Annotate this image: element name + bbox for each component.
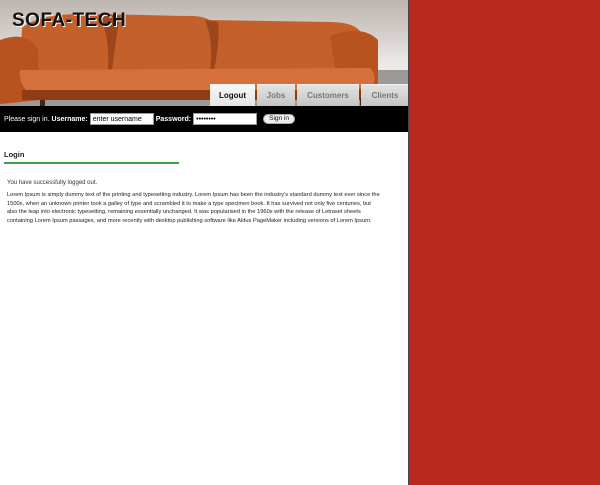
nav-tab-clients[interactable]: Clients xyxy=(361,84,408,106)
site-logo: SOFA-TECH xyxy=(12,10,127,31)
signin-button[interactable]: Sign in xyxy=(263,114,295,124)
content-area: Login You have successfully logged out. … xyxy=(4,150,382,225)
nav-tab-logout[interactable]: Logout xyxy=(210,84,255,106)
side-panel xyxy=(409,0,600,485)
header-banner: SOFA-TECH Logout Jobs Customers Clients xyxy=(0,0,408,106)
body-paragraph: Lorem Ipsum is simply dummy text of the … xyxy=(7,192,380,224)
signin-prompt: Please sign in. xyxy=(4,115,50,123)
username-label: Username: xyxy=(51,115,88,123)
nav-tab-jobs[interactable]: Jobs xyxy=(257,84,295,106)
section-heading: Login xyxy=(4,150,179,164)
main-nav: Logout Jobs Customers Clients xyxy=(210,84,408,106)
main-panel: SOFA-TECH Logout Jobs Customers Clients … xyxy=(0,0,409,485)
password-input[interactable] xyxy=(193,113,258,125)
login-bar: Please sign in. Username: Password: Sign… xyxy=(0,106,408,132)
status-message: You have successfully logged out. xyxy=(7,180,98,186)
nav-tab-customers[interactable]: Customers xyxy=(297,84,359,106)
password-label: Password: xyxy=(155,115,192,123)
username-input[interactable] xyxy=(89,113,154,125)
